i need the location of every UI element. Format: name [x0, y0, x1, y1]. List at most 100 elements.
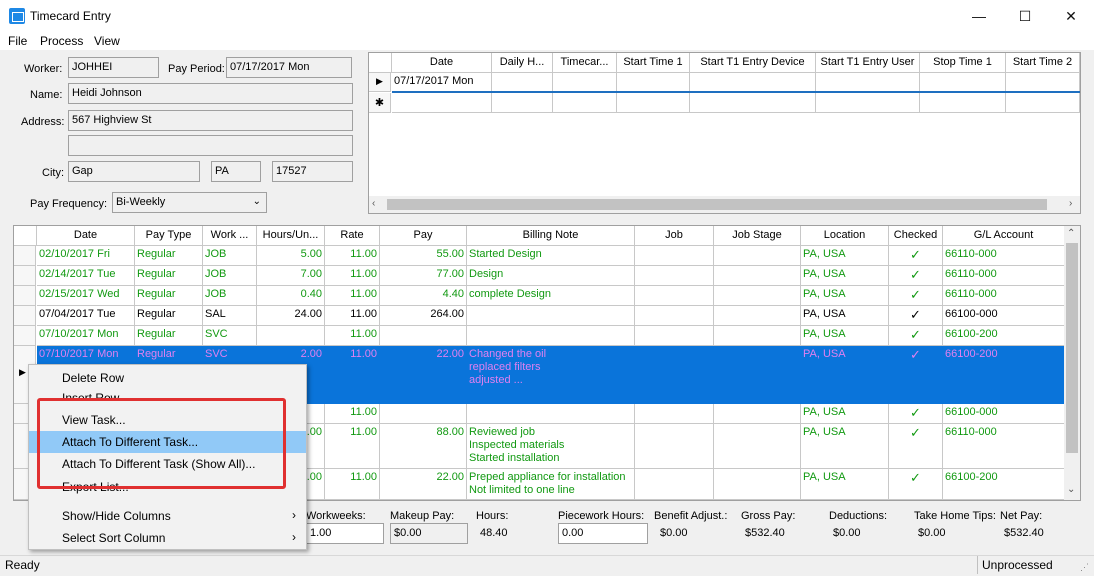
location-cell[interactable]: PA, USA: [801, 286, 889, 306]
grid-cell[interactable]: [1006, 93, 1080, 113]
job-cell[interactable]: [635, 246, 714, 266]
row-selector[interactable]: [14, 246, 36, 266]
grid-cell[interactable]: [492, 93, 553, 113]
grid-cell[interactable]: [690, 73, 816, 92]
menu-process[interactable]: Process: [40, 34, 83, 48]
hours-cell[interactable]: 7.00: [257, 266, 325, 286]
rate-cell[interactable]: 11.00: [325, 326, 380, 346]
pay-period-field[interactable]: 07/17/2017 Mon: [226, 57, 352, 78]
gl-account-cell[interactable]: 66100-000: [943, 404, 1065, 424]
column-header[interactable]: Rate: [325, 226, 380, 246]
billing-note-cell[interactable]: [467, 404, 635, 424]
worker-field[interactable]: JOHHEI: [68, 57, 159, 78]
scrollbar-thumb[interactable]: [1066, 243, 1078, 453]
column-header[interactable]: Pay: [380, 226, 467, 246]
gl-account-cell[interactable]: 66110-000: [943, 286, 1065, 306]
makeup-pay-field[interactable]: $0.00: [390, 523, 468, 544]
row-selector[interactable]: [14, 326, 36, 346]
pay-cell[interactable]: 22.00: [380, 346, 467, 404]
grid-cell[interactable]: [492, 73, 553, 92]
hours-cell[interactable]: 5.00: [257, 246, 325, 266]
horizontal-scrollbar[interactable]: ‹ ›: [369, 196, 1080, 213]
rate-cell[interactable]: 11.00: [325, 424, 380, 469]
pay-cell[interactable]: [380, 404, 467, 424]
column-header[interactable]: Location: [801, 226, 889, 246]
vertical-scrollbar[interactable]: ⌃ ⌄: [1064, 226, 1080, 500]
pay-cell[interactable]: 22.00: [380, 469, 467, 500]
address-line1-field[interactable]: 567 Highview St: [68, 110, 353, 131]
location-cell[interactable]: PA, USA: [801, 346, 889, 404]
pay-frequency-select[interactable]: Bi-Weekly ⌄: [112, 192, 267, 213]
grid-cell[interactable]: [816, 73, 920, 92]
job-cell[interactable]: [635, 326, 714, 346]
job-cell[interactable]: [635, 469, 714, 500]
checked-icon[interactable]: ✓: [889, 306, 943, 326]
grid-cell[interactable]: [690, 93, 816, 113]
checked-icon[interactable]: ✓: [889, 266, 943, 286]
column-header[interactable]: Job Stage: [714, 226, 801, 246]
column-header[interactable]: Hours/Un...: [257, 226, 325, 246]
resize-grip-icon[interactable]: ⋰: [1080, 562, 1089, 573]
job-stage-cell[interactable]: [714, 404, 801, 424]
scroll-right-icon[interactable]: ›: [1069, 198, 1072, 209]
grid-cell[interactable]: [1006, 73, 1080, 92]
checked-icon[interactable]: ✓: [889, 424, 943, 469]
menu-item-delete-row[interactable]: Delete Row: [29, 367, 306, 389]
column-header[interactable]: Stop Time 1: [920, 53, 1006, 73]
work-cell[interactable]: SVC: [203, 326, 257, 346]
hours-cell[interactable]: 24.00: [257, 306, 325, 326]
billing-note-cell[interactable]: [467, 306, 635, 326]
rate-cell[interactable]: 11.00: [325, 246, 380, 266]
checked-icon[interactable]: ✓: [889, 286, 943, 306]
gl-account-cell[interactable]: 66100-200: [943, 346, 1065, 404]
gl-account-cell[interactable]: 66110-000: [943, 424, 1065, 469]
billing-note-cell[interactable]: Preped appliance for installation Not li…: [467, 469, 635, 500]
menu-item-select-sort-column[interactable]: Select Sort Column ›: [29, 527, 306, 549]
gl-account-cell[interactable]: 66100-200: [943, 469, 1065, 500]
workweeks-field[interactable]: 1.00: [306, 523, 384, 544]
grid-cell[interactable]: [392, 93, 492, 113]
pay-type-cell[interactable]: Regular: [135, 246, 203, 266]
pay-cell[interactable]: 4.40: [380, 286, 467, 306]
location-cell[interactable]: PA, USA: [801, 469, 889, 500]
job-cell[interactable]: [635, 424, 714, 469]
state-field[interactable]: PA: [211, 161, 261, 182]
billing-note-cell[interactable]: [467, 326, 635, 346]
pay-type-cell[interactable]: Regular: [135, 286, 203, 306]
work-cell[interactable]: SAL: [203, 306, 257, 326]
row-selector[interactable]: ▶: [369, 73, 391, 92]
grid-cell[interactable]: [816, 93, 920, 113]
job-stage-cell[interactable]: [714, 286, 801, 306]
job-cell[interactable]: [635, 286, 714, 306]
grid-cell[interactable]: [553, 93, 617, 113]
scroll-down-icon[interactable]: ⌄: [1067, 484, 1075, 495]
piecework-field[interactable]: 0.00: [558, 523, 648, 544]
name-field[interactable]: Heidi Johnson: [68, 83, 353, 104]
row-selector[interactable]: [14, 266, 36, 286]
maximize-button[interactable]: ☐: [1002, 0, 1048, 32]
billing-note-cell[interactable]: Changed the oil replaced filters adjuste…: [467, 346, 635, 404]
hours-cell[interactable]: [257, 326, 325, 346]
rate-cell[interactable]: 11.00: [325, 346, 380, 404]
rate-cell[interactable]: 11.00: [325, 306, 380, 326]
work-cell[interactable]: JOB: [203, 286, 257, 306]
column-header[interactable]: Work ...: [203, 226, 257, 246]
rate-cell[interactable]: 11.00: [325, 404, 380, 424]
grid-cell[interactable]: [920, 73, 1006, 92]
column-header[interactable]: Checked: [889, 226, 943, 246]
job-stage-cell[interactable]: [714, 246, 801, 266]
gl-account-cell[interactable]: 66110-000: [943, 266, 1065, 286]
job-cell[interactable]: [635, 404, 714, 424]
pay-cell[interactable]: 77.00: [380, 266, 467, 286]
gl-account-cell[interactable]: 66110-000: [943, 246, 1065, 266]
location-cell[interactable]: PA, USA: [801, 326, 889, 346]
scroll-left-icon[interactable]: ‹: [372, 198, 375, 209]
location-cell[interactable]: PA, USA: [801, 424, 889, 469]
gl-account-cell[interactable]: 66100-000: [943, 306, 1065, 326]
checked-icon[interactable]: ✓: [889, 469, 943, 500]
column-header[interactable]: Start T1 Entry Device: [690, 53, 816, 73]
scroll-up-icon[interactable]: ⌃: [1067, 228, 1075, 239]
column-header[interactable]: Daily H...: [492, 53, 553, 73]
job-cell[interactable]: [635, 346, 714, 404]
zip-field[interactable]: 17527: [272, 161, 353, 182]
